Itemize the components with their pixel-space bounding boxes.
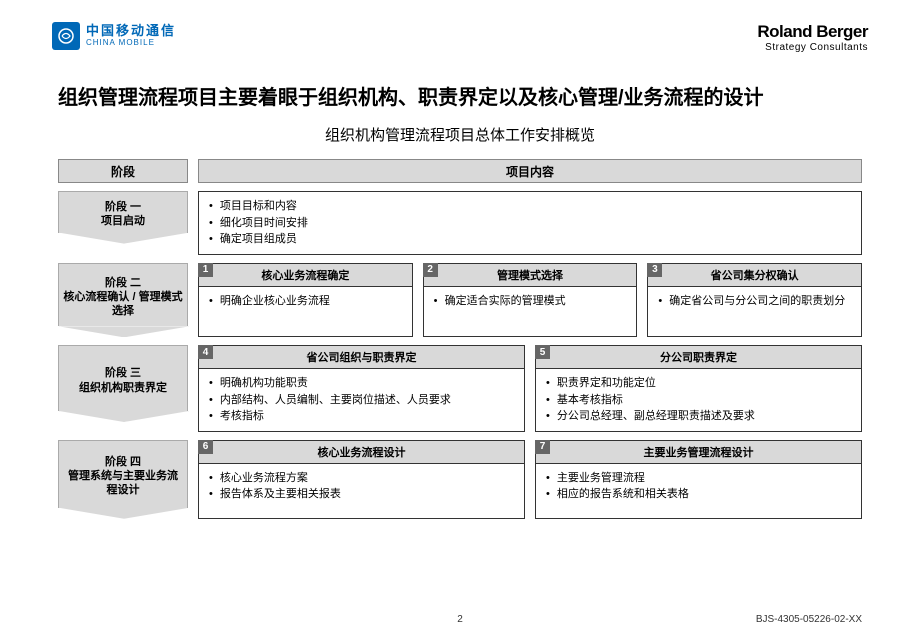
- phase-2-label: 阶段 二 核心流程确认 / 管理模式选择: [58, 263, 188, 327]
- box-number: 7: [535, 440, 550, 454]
- list-item: 明确机构功能职责: [209, 375, 514, 392]
- box-number: 6: [198, 440, 213, 454]
- list-item: 报告体系及主要相关报表: [209, 486, 514, 503]
- box-number: 5: [535, 345, 550, 359]
- box-title: 省公司组织与职责界定: [199, 346, 524, 369]
- box-title: 省公司集分权确认: [648, 264, 861, 287]
- list-item: 确定省公司与分公司之间的职责划分: [658, 293, 851, 310]
- list-item: 项目目标和内容: [209, 198, 851, 215]
- list-item: 确定项目组成员: [209, 231, 851, 248]
- list-item: 主要业务管理流程: [546, 470, 851, 487]
- phase-3-row: 阶段 三 组织机构职责界定 4 省公司组织与职责界定 明确机构功能职责 内部结构…: [58, 345, 862, 432]
- diagram-content: 阶段 项目内容 阶段 一 项目启动 项目目标和内容 细化项目时间安排 确定项目组…: [0, 159, 920, 519]
- list-item: 细化项目时间安排: [209, 215, 851, 232]
- phase-3-label: 阶段 三 组织机构职责界定: [58, 345, 188, 411]
- doc-code: BJS-4305-05226-02-XX: [756, 614, 862, 625]
- box-number: 4: [198, 345, 213, 359]
- box-number: 1: [198, 263, 213, 277]
- phase-1-row: 阶段 一 项目启动 项目目标和内容 细化项目时间安排 确定项目组成员: [58, 191, 862, 255]
- box-number: 3: [647, 263, 662, 277]
- box-title: 分公司职责界定: [536, 346, 861, 369]
- col-header-phase: 阶段: [58, 159, 188, 183]
- box-title: 核心业务流程设计: [199, 441, 524, 464]
- box-7: 7 主要业务管理流程设计 主要业务管理流程 相应的报告系统和相关表格: [535, 440, 862, 519]
- logo-cn-text: 中国移动通信: [86, 24, 176, 38]
- box-1: 1 核心业务流程确定 明确企业核心业务流程: [198, 263, 413, 338]
- col-header-content: 项目内容: [198, 159, 862, 183]
- page-number: 2: [457, 614, 463, 625]
- china-mobile-icon: [52, 22, 80, 50]
- rb-subtitle: Strategy Consultants: [757, 42, 868, 53]
- page-title: 组织管理流程项目主要着眼于组织机构、职责界定以及核心管理/业务流程的设计: [0, 53, 920, 124]
- box-4: 4 省公司组织与职责界定 明确机构功能职责 内部结构、人员编制、主要岗位描述、人…: [198, 345, 525, 432]
- header-row: 阶段 项目内容: [58, 159, 862, 183]
- box-title: 管理模式选择: [424, 264, 637, 287]
- box-6: 6 核心业务流程设计 核心业务流程方案 报告体系及主要相关报表: [198, 440, 525, 519]
- list-item: 职责界定和功能定位: [546, 375, 851, 392]
- phase-1-box: 项目目标和内容 细化项目时间安排 确定项目组成员: [198, 191, 862, 255]
- list-item: 分公司总经理、副总经理职责描述及要求: [546, 408, 851, 425]
- list-item: 考核指标: [209, 408, 514, 425]
- slide-header: 中国移动通信 CHINA MOBILE Roland Berger Strate…: [0, 0, 920, 53]
- slide-footer: 2 BJS-4305-05226-02-XX: [0, 614, 920, 625]
- phase-4-label: 阶段 四 管理系统与主要业务流程设计: [58, 440, 188, 508]
- roland-berger-logo: Roland Berger Strategy Consultants: [757, 22, 868, 53]
- box-2: 2 管理模式选择 确定适合实际的管理模式: [423, 263, 638, 338]
- rb-name: Roland Berger: [757, 22, 868, 42]
- logo-en-text: CHINA MOBILE: [86, 39, 176, 48]
- phase-4-row: 阶段 四 管理系统与主要业务流程设计 6 核心业务流程设计 核心业务流程方案 报…: [58, 440, 862, 519]
- list-item: 明确企业核心业务流程: [209, 293, 402, 310]
- box-number: 2: [423, 263, 438, 277]
- box-5: 5 分公司职责界定 职责界定和功能定位 基本考核指标 分公司总经理、副总经理职责…: [535, 345, 862, 432]
- list-item: 核心业务流程方案: [209, 470, 514, 487]
- phase-2-row: 阶段 二 核心流程确认 / 管理模式选择 1 核心业务流程确定 明确企业核心业务…: [58, 263, 862, 338]
- list-item: 相应的报告系统和相关表格: [546, 486, 851, 503]
- list-item: 内部结构、人员编制、主要岗位描述、人员要求: [209, 392, 514, 409]
- list-item: 基本考核指标: [546, 392, 851, 409]
- box-3: 3 省公司集分权确认 确定省公司与分公司之间的职责划分: [647, 263, 862, 338]
- box-title: 主要业务管理流程设计: [536, 441, 861, 464]
- box-title: 核心业务流程确定: [199, 264, 412, 287]
- list-item: 确定适合实际的管理模式: [434, 293, 627, 310]
- phase-1-label: 阶段 一 项目启动: [58, 191, 188, 233]
- china-mobile-logo: 中国移动通信 CHINA MOBILE: [52, 22, 176, 50]
- page-subtitle: 组织机构管理流程项目总体工作安排概览: [0, 124, 920, 159]
